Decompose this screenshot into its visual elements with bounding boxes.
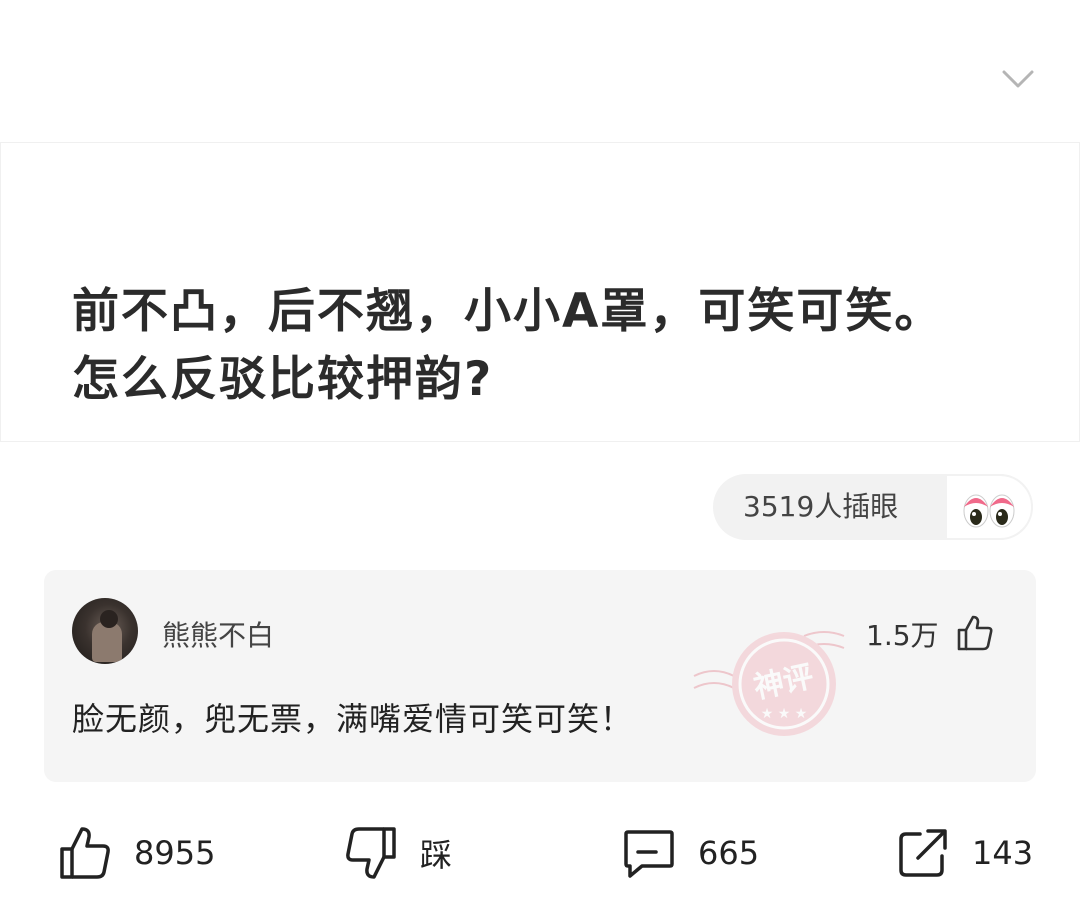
svg-text:★ ★ ★: ★ ★ ★ (761, 706, 808, 722)
post-title: 前不凸，后不翘，小小A罩，可笑可笑。怎么反驳比较押韵? (72, 284, 944, 407)
comment-username[interactable]: 熊熊不白 (162, 614, 274, 654)
share-button[interactable]: 143 (896, 818, 1033, 888)
comment-count: 665 (698, 834, 760, 872)
comment-button[interactable]: 665 (622, 818, 759, 888)
eyes-emoji-container (945, 474, 1033, 540)
dislike-button[interactable]: 踩 (344, 818, 452, 888)
thumbs-up-icon[interactable] (956, 614, 994, 652)
thumbs-up-icon (60, 827, 110, 879)
share-icon (899, 829, 947, 877)
dislike-label: 踩 (420, 836, 453, 874)
like-count: 8955 (134, 834, 216, 872)
eye-reaction-button[interactable]: 3519人插眼 (713, 474, 1033, 540)
eyes-emoji-icon (963, 494, 1015, 528)
chevron-down-icon[interactable] (996, 62, 1040, 94)
thumbs-down-icon (346, 827, 396, 879)
comment-text: 脸无颜，兜无票，满嘴爱情可笑可笑！ (72, 700, 634, 738)
god-comment-stamp-icon: 神评 ★ ★ ★ (693, 631, 845, 736)
comment-icon (624, 830, 674, 878)
share-count: 143 (972, 834, 1034, 872)
like-button[interactable]: 8955 (58, 818, 215, 888)
action-bar: 8955 踩 665 143 (0, 818, 1080, 888)
top-comment-card[interactable]: 熊熊不白 神评 ★ ★ ★ 1.5万 脸无颜，兜无票，满嘴爱情可笑可笑！ (44, 570, 1036, 782)
avatar-figure (92, 622, 122, 662)
comment-like-count: 1.5万 (866, 619, 939, 652)
eye-reaction-count: 3519人插眼 (743, 490, 899, 523)
avatar[interactable] (72, 598, 138, 664)
avatar-head (100, 610, 118, 628)
